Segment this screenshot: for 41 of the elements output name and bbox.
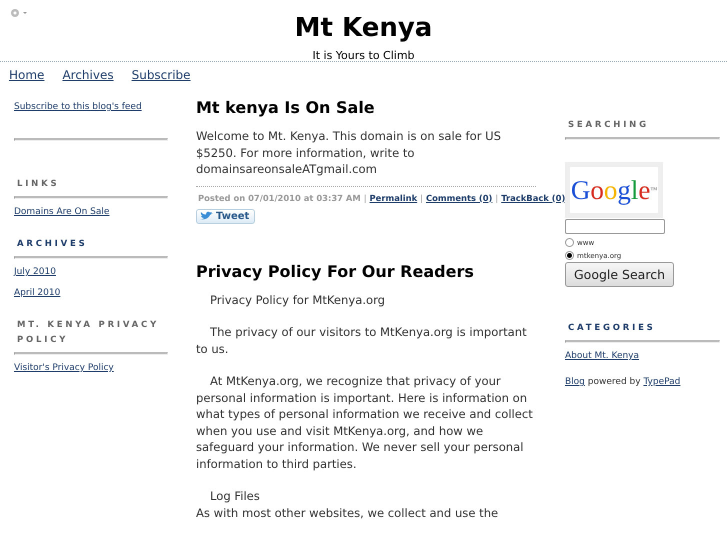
sidebar-link[interactable]: About Mt. Kenya	[565, 351, 640, 361]
sidebar-link[interactable]: April 2010	[14, 288, 60, 298]
post-paragraph: The privacy of our visitors to MtKenya.org is important to us.	[196, 324, 528, 357]
tweet-button[interactable]: Tweet	[196, 208, 256, 224]
section-heading: MT. KENYA PRIVACY POLICY	[16, 319, 160, 347]
post-meta-link[interactable]: Comments (0)	[426, 192, 492, 202]
gear-menu-icon[interactable]	[8, 6, 28, 20]
search-field[interactable]	[565, 219, 665, 234]
separator: |	[364, 192, 367, 202]
footer-link[interactable]: Blog	[565, 377, 585, 387]
post-meta-link[interactable]: Permalink	[370, 192, 418, 202]
powered-by-line: Blog powered by TypePad	[565, 377, 682, 387]
post-date: Posted on 07/01/2010 at 03:37 AM	[198, 192, 361, 202]
sidebar-link[interactable]: Visitor's Privacy Policy	[14, 363, 114, 373]
footer-link[interactable]: TypePad	[643, 377, 680, 387]
sidebar-link[interactable]: Domains Are On Sale	[14, 207, 110, 217]
post-meta-link[interactable]: TrackBack (0)	[501, 192, 566, 202]
search-logo: Google$^{™}$	[565, 162, 663, 218]
separator: |	[495, 192, 498, 202]
bird-icon	[200, 211, 214, 221]
radio-button[interactable]	[565, 251, 574, 260]
post-title: Privacy Policy For Our Readers	[196, 262, 475, 282]
nav-link[interactable]: Home	[9, 68, 44, 82]
post-paragraph: Privacy Policy for MtKenya.org	[209, 292, 386, 308]
site-title: Mt Kenya	[294, 12, 432, 44]
site-tagline: It is Yours to Climb	[312, 49, 415, 62]
nav-link[interactable]: Subscribe	[132, 68, 191, 82]
post-paragraph: Log Files As with most other websites, we collect and use the	[196, 488, 500, 521]
search-button[interactable]: Google Search	[565, 262, 674, 287]
radio-button[interactable]	[565, 238, 574, 247]
section-heading: LINKS	[16, 178, 60, 191]
post-paragraph: Welcome to Mt. Kenya. This domain is on sale for US $5250. For more information, write to domainsareonsaleATgmail.com	[196, 128, 502, 178]
sidebar-link[interactable]: July 2010	[14, 267, 56, 277]
section-heading: CATEGORIES	[567, 322, 657, 335]
section-heading: SEARCHING	[567, 119, 650, 132]
nav-link[interactable]: Archives	[62, 68, 114, 82]
post-title: Mt kenya Is On Sale	[196, 98, 376, 118]
feed-link[interactable]: Subscribe to this blog's feed	[14, 102, 142, 112]
section-heading: ARCHIVES	[16, 238, 89, 251]
post-paragraph: At MtKenya.org, we recognize that privacy of your personal information is important. Here is information on what types of personal information we receive and collect when you use and visit MtKenya.org, and how we safeguard your information. We never sell your personal information to third parties.	[196, 373, 534, 472]
separator: |	[420, 192, 423, 202]
